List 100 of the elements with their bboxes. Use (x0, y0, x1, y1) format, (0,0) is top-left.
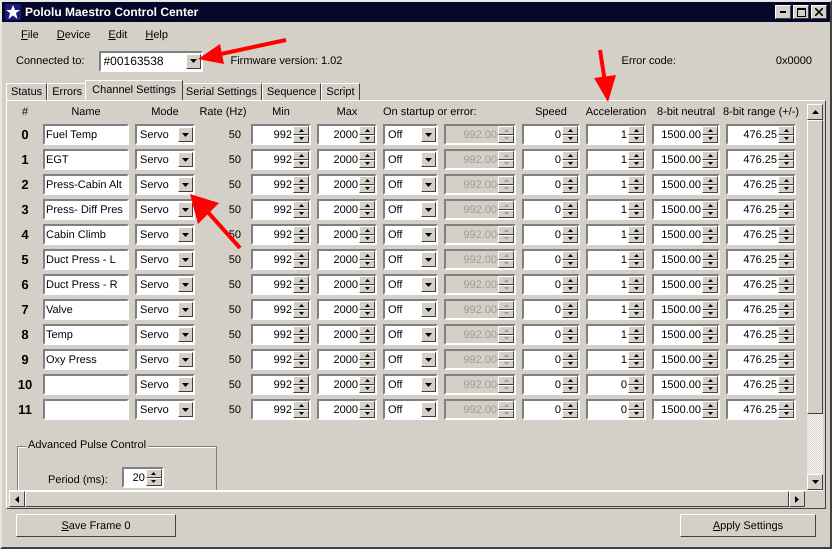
dropdown-button[interactable] (178, 302, 193, 317)
dropdown-button[interactable] (421, 227, 436, 242)
spin-up-button[interactable] (702, 226, 718, 234)
dropdown-button[interactable] (421, 352, 436, 367)
spin-up-button[interactable] (778, 151, 794, 160)
apply-settings-button[interactable]: Apply Settings (680, 514, 816, 537)
spin-up-button[interactable] (702, 376, 718, 384)
tab[interactable]: Serial Settings (180, 83, 262, 100)
device-dropdown[interactable]: #00163538 (98, 50, 202, 72)
number-spinner[interactable]: 1500.00 (652, 349, 720, 370)
number-spinner[interactable]: 992 (251, 199, 311, 220)
spin-up-button[interactable] (359, 326, 375, 334)
spin-up-button[interactable] (702, 326, 718, 334)
number-spinner[interactable]: 1500.00 (652, 274, 720, 295)
number-spinner[interactable]: 476.25 (726, 374, 796, 395)
spin-up-button[interactable] (628, 276, 644, 284)
number-spinner[interactable]: 1500.00 (652, 199, 720, 220)
name-field[interactable]: EGT (43, 149, 129, 170)
spin-up-button[interactable] (293, 326, 309, 334)
number-spinner[interactable]: 0 (522, 374, 580, 395)
spin-up-button[interactable] (359, 301, 375, 310)
dropdown-button[interactable] (421, 202, 436, 217)
number-spinner[interactable]: 2000 (317, 349, 377, 370)
dropdown-button[interactable] (178, 127, 193, 142)
dropdown-button[interactable] (421, 277, 436, 292)
number-spinner[interactable]: 992 (251, 174, 311, 195)
spin-up-button[interactable] (628, 201, 644, 210)
number-spinner[interactable]: 0 (522, 299, 580, 320)
minimize-button[interactable] (775, 5, 791, 19)
spin-up-button[interactable] (778, 401, 794, 410)
dropdown-button[interactable] (421, 377, 436, 392)
dropdown-button[interactable] (421, 152, 436, 167)
startup-dropdown[interactable]: Off (383, 374, 438, 395)
startup-dropdown[interactable]: Off (383, 299, 438, 320)
number-spinner[interactable]: 1500.00 (652, 124, 720, 145)
spin-up-button[interactable] (293, 226, 309, 234)
spin-up-button[interactable] (562, 301, 578, 310)
spin-up-button[interactable] (359, 126, 375, 134)
spin-up-button[interactable] (359, 176, 375, 184)
spin-up-button[interactable] (628, 226, 644, 234)
spin-up-button[interactable] (293, 176, 309, 184)
name-field[interactable]: Duct Press - L (43, 249, 129, 270)
spin-up-button[interactable] (359, 251, 375, 260)
number-spinner[interactable]: 476.25 (726, 299, 796, 320)
spin-up-button[interactable] (702, 176, 718, 184)
spin-up-button[interactable] (293, 276, 309, 284)
number-spinner[interactable]: 2000 (317, 299, 377, 320)
dropdown-button[interactable] (178, 202, 193, 217)
startup-dropdown[interactable]: Off (383, 224, 438, 245)
scroll-thumb[interactable] (807, 120, 823, 414)
spin-up-button[interactable] (702, 201, 718, 210)
spin-up-button[interactable] (293, 151, 309, 160)
number-spinner[interactable]: 476.25 (726, 249, 796, 270)
mode-dropdown[interactable]: Servo (135, 149, 195, 170)
spin-up-button[interactable] (778, 226, 794, 234)
name-field[interactable]: Duct Press - R (43, 274, 129, 295)
spin-up-button[interactable] (293, 126, 309, 134)
mode-dropdown[interactable]: Servo (135, 324, 195, 345)
number-spinner[interactable]: 0 (522, 224, 580, 245)
spin-up-button[interactable] (359, 276, 375, 284)
spin-up-button[interactable] (562, 351, 578, 360)
spin-up-button[interactable] (562, 251, 578, 260)
number-spinner[interactable]: 992 (251, 124, 311, 145)
spin-up-button[interactable] (628, 351, 644, 360)
number-spinner[interactable]: 992 (251, 324, 311, 345)
spin-up-button[interactable] (628, 176, 644, 184)
number-spinner[interactable]: 1500.00 (652, 224, 720, 245)
spin-up-button[interactable] (778, 176, 794, 184)
number-spinner[interactable]: 476.25 (726, 174, 796, 195)
startup-dropdown[interactable]: Off (383, 149, 438, 170)
startup-dropdown[interactable]: Off (383, 124, 438, 145)
number-spinner[interactable]: 2000 (317, 274, 377, 295)
tab[interactable]: Sequence (262, 83, 322, 100)
dropdown-button[interactable] (421, 327, 436, 342)
startup-dropdown[interactable]: Off (383, 324, 438, 345)
dropdown-button[interactable] (421, 402, 436, 417)
number-spinner[interactable]: 2000 (317, 399, 377, 420)
number-spinner[interactable]: 0 (522, 149, 580, 170)
mode-dropdown[interactable]: Servo (135, 124, 195, 145)
spin-up-button[interactable] (702, 151, 718, 160)
spin-up-button[interactable] (778, 301, 794, 310)
spin-up-button[interactable] (778, 276, 794, 284)
scroll-down-button[interactable] (807, 474, 823, 490)
startup-dropdown[interactable]: Off (383, 399, 438, 420)
menu-item[interactable]: Help (136, 26, 177, 46)
number-spinner[interactable]: 2000 (317, 224, 377, 245)
number-spinner[interactable]: 476.25 (726, 199, 796, 220)
mode-dropdown[interactable]: Servo (135, 199, 195, 220)
spin-up-button[interactable] (293, 351, 309, 360)
dropdown-button[interactable] (186, 54, 200, 68)
spin-up-button[interactable] (293, 201, 309, 210)
number-spinner[interactable]: 0 (522, 274, 580, 295)
number-spinner[interactable]: 992 (251, 349, 311, 370)
mode-dropdown[interactable]: Servo (135, 249, 195, 270)
number-spinner[interactable]: 0 (522, 124, 580, 145)
dropdown-button[interactable] (178, 402, 193, 417)
spin-up-button[interactable] (628, 326, 644, 334)
number-spinner[interactable]: 2000 (317, 374, 377, 395)
tab[interactable]: Channel Settings (85, 80, 183, 100)
spin-up-button[interactable] (778, 201, 794, 210)
